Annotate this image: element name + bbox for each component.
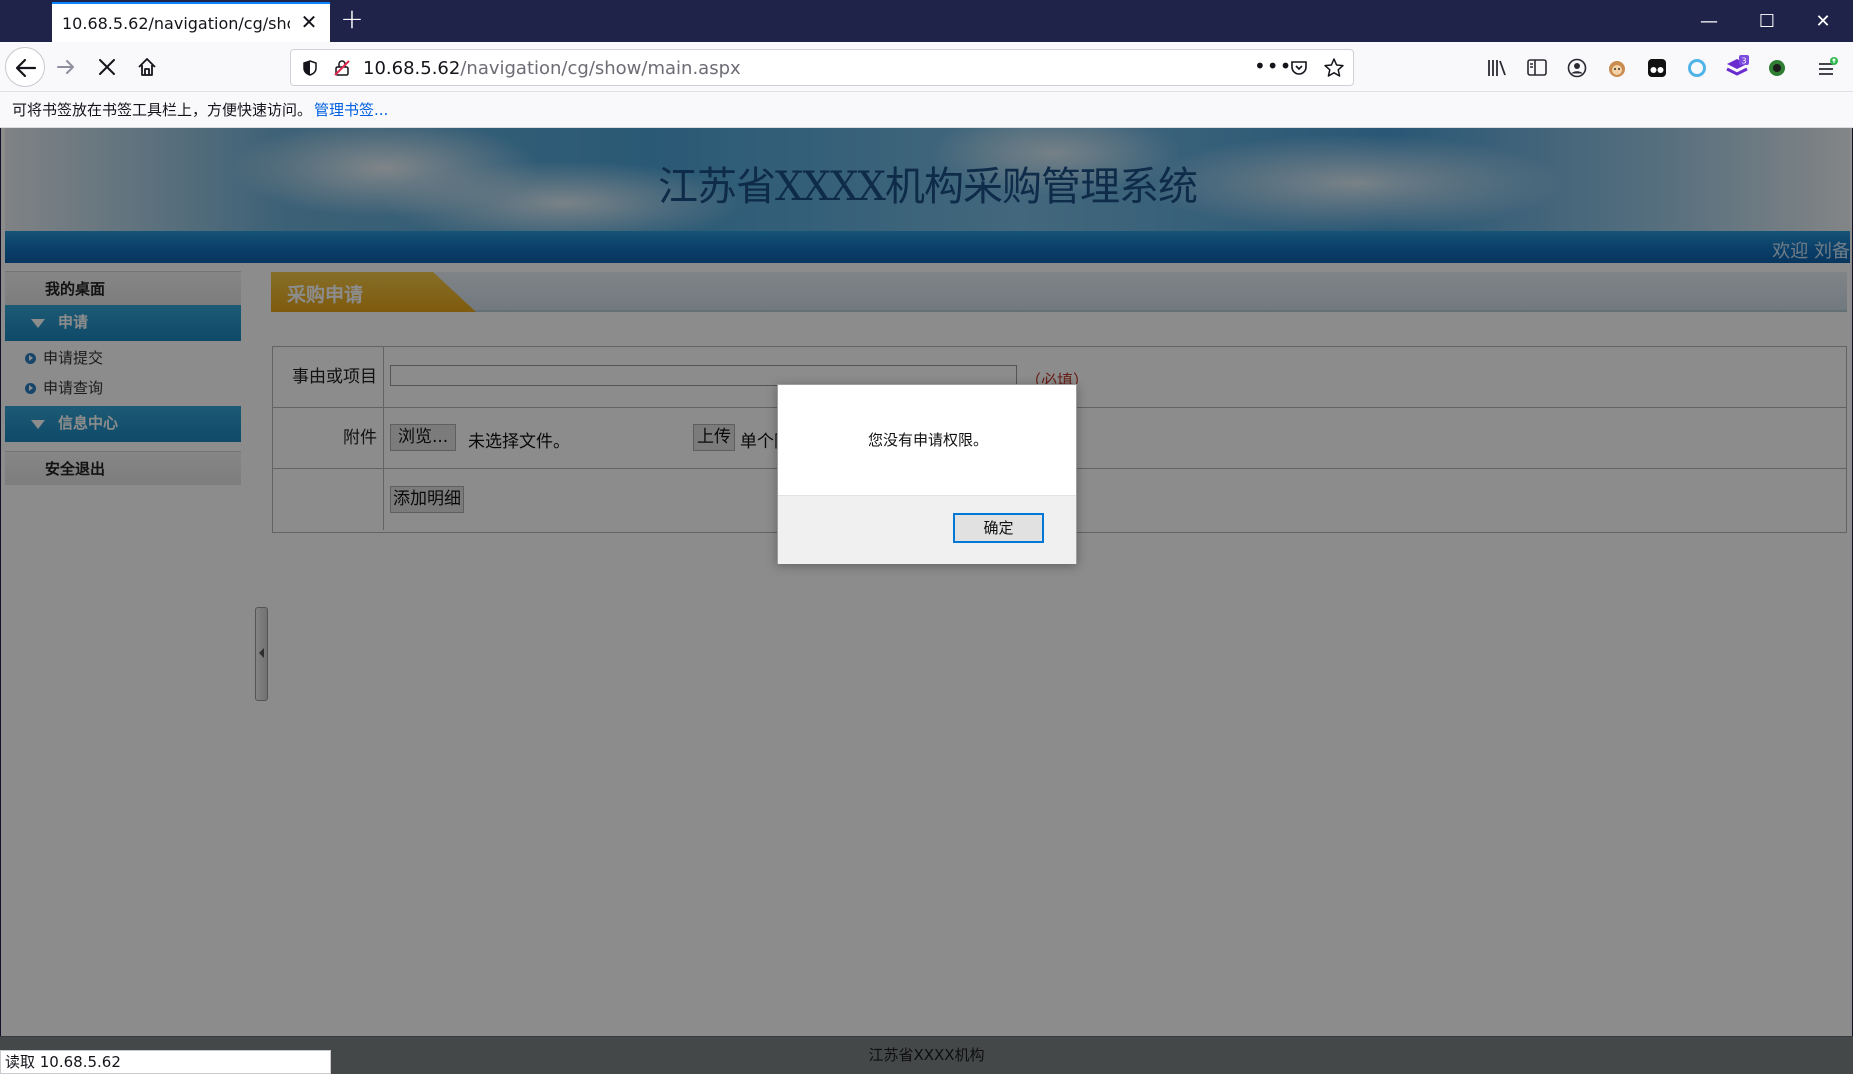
url-bar[interactable]: 10.68.5.62/navigation/cg/show/main.aspx … xyxy=(290,49,1354,86)
dialog-message: 您没有申请权限。 xyxy=(867,431,988,449)
pocket-icon[interactable] xyxy=(1289,58,1309,78)
menu-icon[interactable] xyxy=(1814,55,1840,81)
monkey-extension-icon[interactable] xyxy=(1604,55,1630,81)
tab-title: 10.68.5.62/navigation/cg/show/main.aspx xyxy=(62,13,290,33)
ok-button[interactable]: 确定 xyxy=(953,513,1044,543)
close-window-button[interactable]: ✕ xyxy=(1795,0,1851,42)
alert-dialog: 您没有申请权限。 确定 xyxy=(777,384,1077,564)
sidebar-icon[interactable] xyxy=(1524,55,1550,81)
tab-close-icon[interactable]: ✕ xyxy=(298,11,320,33)
extension-badge: 3 xyxy=(1741,57,1746,66)
bookmark-hint: 可将书签放在书签工具栏上，方便快速访问。 xyxy=(12,101,313,119)
dialog-footer: 确定 xyxy=(778,495,1076,564)
browser-tab[interactable]: 10.68.5.62/navigation/cg/show/main.aspx … xyxy=(52,2,330,42)
tampermonkey-icon[interactable] xyxy=(1644,55,1670,81)
bookmark-star-icon[interactable] xyxy=(1323,57,1345,79)
account-icon[interactable] xyxy=(1564,55,1590,81)
bookmarks-toolbar: 可将书签放在书签工具栏上，方便快速访问。 管理书签... xyxy=(0,92,1853,128)
stop-icon xyxy=(99,59,115,75)
shield-icon[interactable] xyxy=(301,59,319,77)
url-path: /navigation/cg/show/main.aspx xyxy=(460,58,741,79)
home-icon xyxy=(138,58,156,76)
forward-button[interactable] xyxy=(48,49,84,85)
ring-extension-icon[interactable] xyxy=(1684,55,1710,81)
stop-button[interactable] xyxy=(89,49,125,85)
maximize-button[interactable]: ☐ xyxy=(1739,0,1795,42)
home-button[interactable] xyxy=(129,49,165,85)
modal-overlay xyxy=(0,128,1853,1074)
back-icon xyxy=(15,58,37,78)
url-host: 10.68.5.62 xyxy=(363,58,461,79)
purple-extension-icon[interactable]: 3 xyxy=(1724,55,1750,81)
url-text[interactable]: 10.68.5.62/navigation/cg/show/main.aspx xyxy=(363,58,741,79)
minimize-button[interactable]: — xyxy=(1681,0,1737,42)
back-button[interactable] xyxy=(5,47,45,87)
more-icon[interactable]: ••• xyxy=(1254,54,1292,78)
manage-bookmarks-link[interactable]: 管理书签... xyxy=(314,99,388,120)
browser-status-bar: 读取 10.68.5.62 xyxy=(0,1050,331,1074)
library-icon[interactable] xyxy=(1484,55,1510,81)
browser-navbar: 10.68.5.62/navigation/cg/show/main.aspx … xyxy=(0,42,1853,92)
insecure-lock-icon[interactable] xyxy=(333,59,351,77)
green-extension-icon[interactable] xyxy=(1764,55,1790,81)
browser-titlebar: 10.68.5.62/navigation/cg/show/main.aspx … xyxy=(0,0,1853,42)
new-tab-button[interactable]: + xyxy=(338,5,366,34)
forward-icon xyxy=(57,60,74,74)
